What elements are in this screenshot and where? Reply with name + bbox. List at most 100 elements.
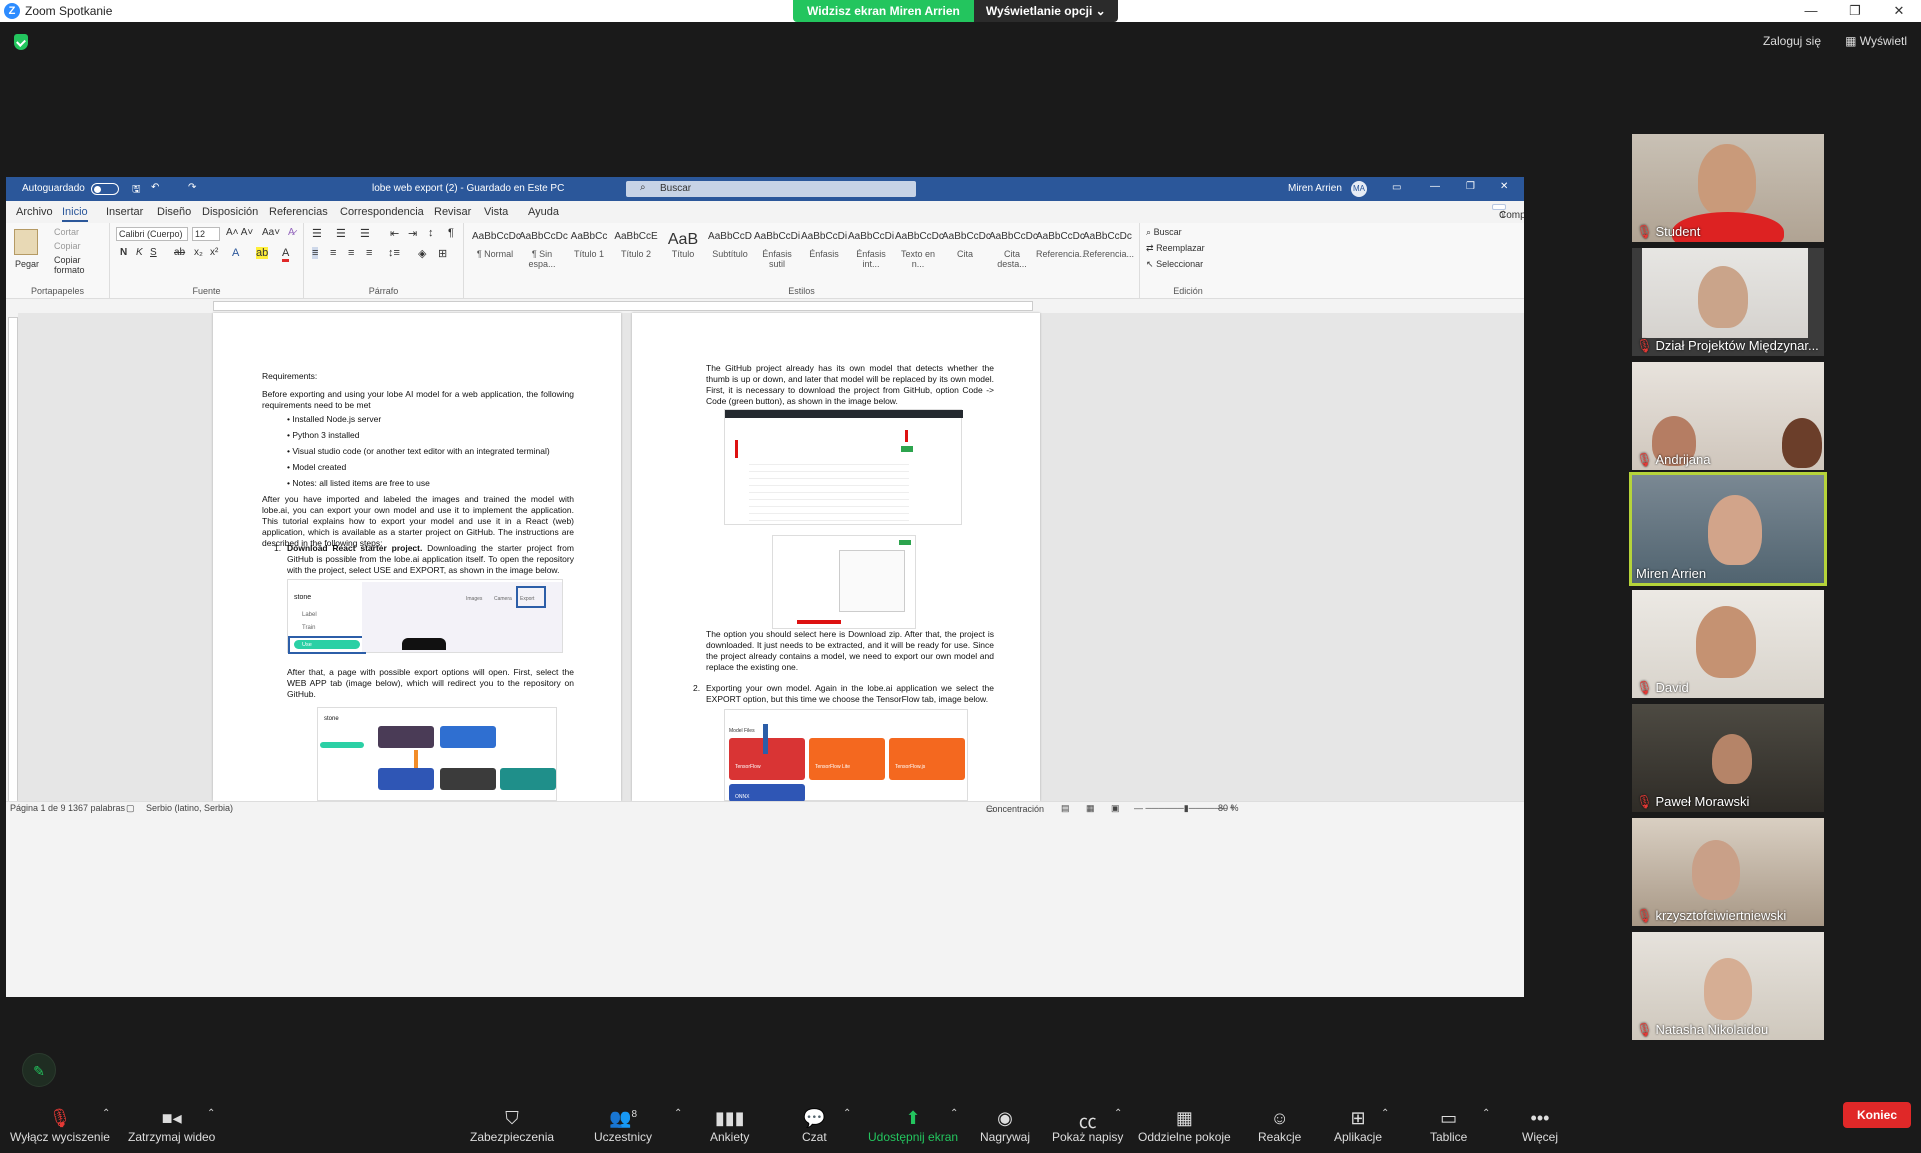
autosave-toggle[interactable] [91, 183, 119, 195]
font-size-select[interactable]: 12 [192, 227, 220, 241]
style-item[interactable]: AaBbCcDc Texto en n... [895, 231, 944, 269]
polls-button[interactable]: ▮▮▮ Ankiety [710, 1108, 749, 1144]
word-count[interactable]: 1367 palabras [68, 803, 125, 813]
style-item[interactable]: AaBbCcDc ¶ Normal [472, 231, 521, 259]
proofing-icon[interactable]: ▢ [126, 803, 135, 814]
font-name-select[interactable]: Calibri (Cuerpo) [116, 227, 188, 241]
word-close-icon[interactable]: ✕ [1500, 181, 1508, 192]
participant-tile[interactable]: 🎙 Dział Projektów Międzynar... [1632, 248, 1824, 356]
strikethrough-icon[interactable]: ab [174, 247, 185, 258]
view-button[interactable]: ▦ Wyświetl [1845, 34, 1907, 48]
close-icon[interactable]: ✕ [1877, 0, 1921, 22]
style-item[interactable]: AaBbCcD Subtítulo [707, 231, 753, 259]
horizontal-ruler[interactable] [213, 301, 1033, 311]
participant-tile[interactable]: 🎙 Andrijana [1632, 362, 1824, 470]
select-button[interactable]: ↖ Seleccionar [1146, 259, 1203, 270]
ribbon-display-icon[interactable]: ▭ [1392, 182, 1401, 193]
document-canvas[interactable]: Requirements: Before exporting and using… [18, 313, 1524, 801]
tab-disposicion[interactable]: Disposición [202, 206, 258, 218]
avatar[interactable]: MA [1351, 181, 1367, 197]
clear-format-icon[interactable]: A̷ [288, 227, 295, 238]
align-left-icon[interactable]: ≡ [312, 247, 319, 259]
style-item[interactable]: AaBbCcDc Referencia... [1036, 231, 1087, 259]
apps-button[interactable]: ⊞ Aplikacje [1334, 1108, 1382, 1144]
more-button[interactable]: ••• Więcej [1522, 1108, 1558, 1144]
login-button[interactable]: Zaloguj się [1763, 34, 1821, 48]
justify-icon[interactable]: ≡ [366, 247, 372, 259]
grow-font-icon[interactable]: A˄ A˅ [226, 227, 253, 238]
share-caret[interactable]: ⌃ [950, 1108, 958, 1119]
tab-insertar[interactable]: Insertar [106, 206, 143, 218]
style-item[interactable]: AaBbCc Título 1 [566, 231, 612, 259]
tab-ayuda[interactable]: Ayuda [528, 206, 559, 218]
language[interactable]: Serbio (latino, Serbia) [146, 803, 233, 813]
cut-button[interactable]: Cortar [54, 227, 79, 237]
style-item[interactable]: AaBbCcDi Énfasis int... [848, 231, 894, 269]
record-button[interactable]: ◉ Nagrywaj [980, 1108, 1030, 1144]
find-button[interactable]: ⌕ Buscar [1146, 227, 1182, 238]
pilcrow-icon[interactable]: ¶ [448, 227, 454, 239]
captions-caret[interactable]: ⌃ [1114, 1108, 1122, 1119]
style-item[interactable]: AaBbCcDi Énfasis sutil [754, 231, 800, 269]
bold-icon[interactable]: N [120, 247, 127, 258]
save-icon[interactable]: 🖫 [132, 182, 141, 199]
zoom-level[interactable]: 80 % [1218, 803, 1239, 813]
format-painter-button[interactable]: Copiar formato [54, 255, 109, 275]
end-meeting-button[interactable]: Koniec [1842, 1102, 1911, 1128]
word-restore-icon[interactable]: ❐ [1466, 181, 1475, 192]
annotate-pencil-icon[interactable]: ✎ [22, 1053, 56, 1087]
breakout-rooms-button[interactable]: ▦ Oddzielne pokoje [1138, 1108, 1231, 1144]
style-item[interactable]: AaBbCcDi Énfasis [801, 231, 847, 259]
tab-referencias[interactable]: Referencias [269, 206, 328, 218]
minimize-icon[interactable]: — [1789, 0, 1833, 22]
copy-button[interactable]: Copiar [54, 241, 81, 251]
word-minimize-icon[interactable]: — [1430, 181, 1440, 192]
restore-icon[interactable]: ❐ [1833, 0, 1877, 22]
audio-options-caret[interactable]: ⌃ [102, 1108, 110, 1119]
style-item[interactable]: AaBbCcE Título 2 [613, 231, 659, 259]
underline-icon[interactable]: S [150, 247, 157, 258]
view-options-button[interactable]: Wyświetlanie opcji ⌄ [973, 0, 1118, 22]
video-options-caret[interactable]: ⌃ [207, 1108, 215, 1119]
tab-correspondencia[interactable]: Correspondencia [340, 206, 424, 218]
bullets-icon[interactable]: ☰ [312, 227, 322, 240]
encryption-shield-icon[interactable] [14, 34, 28, 50]
reactions-button[interactable]: ☺ Reakcje [1258, 1108, 1301, 1144]
style-item[interactable]: AaBbCcDc Cita [942, 231, 991, 259]
sort-icon[interactable]: ↕ [428, 227, 434, 239]
web-layout-icon[interactable]: ▣ [1111, 803, 1120, 814]
italic-icon[interactable]: K [136, 247, 143, 258]
share-button[interactable]: ⇪ Compartir [1492, 204, 1524, 221]
tab-inicio[interactable]: Inicio [62, 206, 88, 222]
stop-video-button[interactable]: ■◂ Zatrzymaj wideo [128, 1108, 215, 1144]
participants-button[interactable]: 👥8 Uczestnicy [594, 1108, 652, 1144]
chat-caret[interactable]: ⌃ [843, 1108, 851, 1119]
participant-tile[interactable]: 🎙 David [1632, 590, 1824, 698]
replace-button[interactable]: ⇄ Reemplazar [1146, 243, 1205, 254]
participant-tile[interactable]: 🎙 Natasha Nikolaidou [1632, 932, 1824, 1040]
share-screen-button[interactable]: ⬆ Udostępnij ekran [868, 1108, 958, 1144]
document-title[interactable]: lobe web export (2) - Guardado en Este P… [372, 183, 564, 194]
whiteboards-button[interactable]: ▭ Tablice [1430, 1108, 1467, 1144]
participant-tile-active-speaker[interactable]: Miren Arrien [1629, 472, 1827, 586]
align-center-icon[interactable]: ≡ [330, 247, 336, 259]
participant-tile[interactable]: 🎙 Student [1632, 134, 1824, 242]
tab-vista[interactable]: Vista [484, 206, 508, 218]
unmute-button[interactable]: 🎙 Wyłącz wyciszenie [10, 1108, 110, 1144]
document-page-2[interactable]: The GitHub project already has its own m… [632, 313, 1040, 801]
undo-icon[interactable]: ↶ [151, 182, 159, 193]
shading-icon[interactable]: ◈ [418, 247, 426, 260]
align-right-icon[interactable]: ≡ [348, 247, 354, 259]
chat-button[interactable]: 💬 Czat [802, 1108, 827, 1144]
paste-icon[interactable] [14, 229, 38, 255]
decrease-indent-icon[interactable]: ⇤ [390, 227, 399, 240]
document-page-1[interactable]: Requirements: Before exporting and using… [213, 313, 621, 801]
participants-caret[interactable]: ⌃ [674, 1108, 682, 1119]
line-spacing-icon[interactable]: ↕≡ [388, 247, 400, 259]
subscript-icon[interactable]: x₂ [194, 247, 203, 258]
paste-button[interactable]: Pegar [15, 259, 39, 269]
page-count[interactable]: Página 1 de 9 [10, 803, 66, 813]
change-case-icon[interactable]: Aa˅ [262, 227, 280, 238]
tab-revisar[interactable]: Revisar [434, 206, 471, 218]
word-search-box[interactable]: ⌕ Buscar [626, 181, 916, 197]
